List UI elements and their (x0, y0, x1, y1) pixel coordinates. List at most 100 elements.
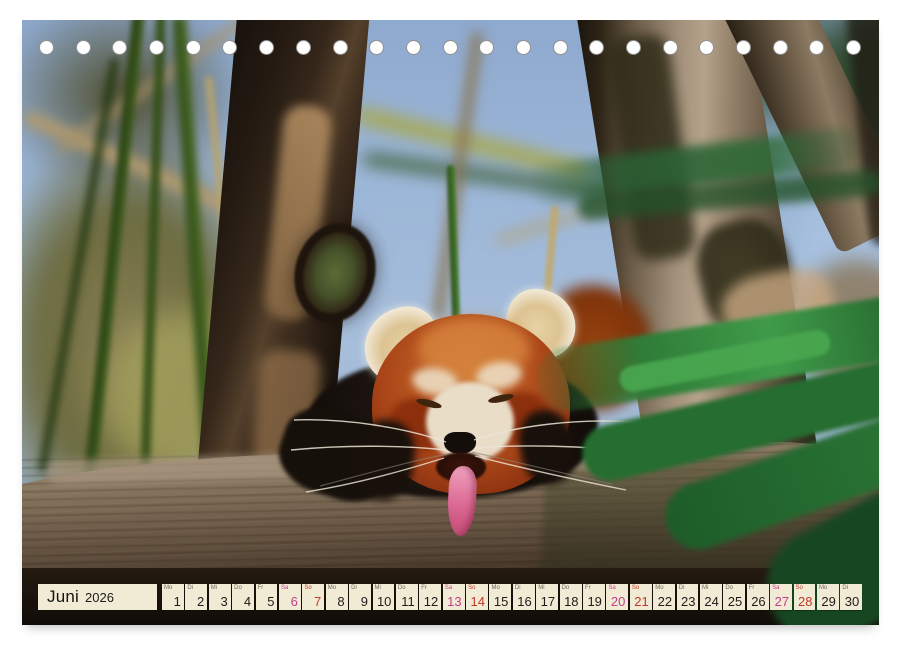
weekday-label: Mo (164, 585, 172, 591)
weekday-label: Di (515, 585, 521, 591)
weekday-label: Do (562, 585, 570, 591)
calendar-day-cell: Mi 10 (373, 584, 395, 610)
punch-hole (406, 40, 421, 55)
weekday-label: So (796, 585, 803, 591)
weekday-label: Mi (702, 585, 708, 591)
weekday-label: Mi (538, 585, 544, 591)
weekday-label: So (468, 585, 475, 591)
punch-hole (809, 40, 824, 55)
weekday-label: Sa (445, 585, 452, 591)
calendar-day-cell: Mo 8 (326, 584, 348, 610)
day-number: 6 (291, 595, 298, 608)
punch-hole (149, 40, 164, 55)
punch-hole (369, 40, 384, 55)
weekday-label: Di (351, 585, 357, 591)
day-number: 18 (564, 595, 578, 608)
day-number: 12 (424, 595, 438, 608)
day-number: 10 (377, 595, 391, 608)
calendar-day-cell: Fr 12 (419, 584, 441, 610)
calendar-sheet: Juni 2026 Mo 1 Di 2 Mi 3 Do 4 Fr 5 Sa 6 … (22, 20, 879, 625)
weekday-label: Fr (585, 585, 591, 591)
day-number: 19 (587, 595, 601, 608)
day-number: 8 (337, 595, 344, 608)
weekday-label: Fr (421, 585, 427, 591)
day-number: 13 (447, 595, 461, 608)
punch-hole (663, 40, 678, 55)
punch-hole (699, 40, 714, 55)
day-number: 16 (517, 595, 531, 608)
weekday-label: Do (234, 585, 242, 591)
calendar-day-cell: Di 9 (349, 584, 371, 610)
punch-hole (333, 40, 348, 55)
weekday-label: Sa (281, 585, 288, 591)
day-number: 1 (174, 595, 181, 608)
punch-hole (39, 40, 54, 55)
weekday-label: Mi (375, 585, 381, 591)
punch-hole (112, 40, 127, 55)
day-number: 21 (634, 595, 648, 608)
day-number: 26 (751, 595, 765, 608)
day-cells-row: Mo 1 Di 2 Mi 3 Do 4 Fr 5 Sa 6 So 7 Mo 8 … (162, 584, 862, 610)
weekday-label: Mo (655, 585, 663, 591)
day-number: 22 (658, 595, 672, 608)
punch-hole (222, 40, 237, 55)
weekday-label: Di (679, 585, 685, 591)
day-number: 5 (267, 595, 274, 608)
calendar-day-cell: Fr 19 (583, 584, 605, 610)
punch-hole (589, 40, 604, 55)
punch-hole (186, 40, 201, 55)
punch-hole (443, 40, 458, 55)
day-number: 17 (541, 595, 555, 608)
calendar-day-cell: Mo 22 (653, 584, 675, 610)
day-number: 9 (361, 595, 368, 608)
day-number: 24 (704, 595, 718, 608)
calendar-day-cell: Mo 15 (489, 584, 511, 610)
punch-hole (626, 40, 641, 55)
weekday-label: Di (187, 585, 193, 591)
weekday-label: So (304, 585, 311, 591)
day-number: 23 (681, 595, 695, 608)
calendar-day-cell: Do 18 (560, 584, 582, 610)
punch-holes (39, 40, 861, 55)
calendar-day-cell: So 28 (794, 584, 816, 610)
day-number: 28 (798, 595, 812, 608)
weekday-label: Do (398, 585, 406, 591)
calendar-day-cell: Sa 27 (770, 584, 792, 610)
weekday-label: Mo (819, 585, 827, 591)
calendar-day-cell: Mi 24 (700, 584, 722, 610)
calendar-day-cell: Di 2 (185, 584, 207, 610)
day-number: 2 (197, 595, 204, 608)
weekday-label: Fr (258, 585, 264, 591)
day-number: 27 (775, 595, 789, 608)
calendar-day-cell: Fr 26 (747, 584, 769, 610)
punch-hole (296, 40, 311, 55)
calendar-strip: Juni 2026 Mo 1 Di 2 Mi 3 Do 4 Fr 5 Sa 6 … (22, 584, 879, 610)
calendar-product-page: { "calendar": { "month_label": "Juni", "… (0, 0, 902, 648)
weekday-label: So (632, 585, 639, 591)
calendar-day-cell: Di 16 (513, 584, 535, 610)
weekday-label: Mi (211, 585, 217, 591)
punch-hole (773, 40, 788, 55)
calendar-day-cell: Di 30 (840, 584, 862, 610)
day-number: 11 (401, 595, 415, 608)
punch-hole (736, 40, 751, 55)
calendar-day-cell: So 14 (466, 584, 488, 610)
weekday-label: Mo (328, 585, 336, 591)
calendar-day-cell: Mi 3 (209, 584, 231, 610)
punch-hole (516, 40, 531, 55)
month-label-box: Juni 2026 (38, 584, 157, 610)
calendar-day-cell: Mo 1 (162, 584, 184, 610)
calendar-day-cell: Do 25 (723, 584, 745, 610)
day-number: 7 (314, 595, 321, 608)
weekday-label: Sa (772, 585, 779, 591)
day-number: 30 (845, 595, 859, 608)
calendar-day-cell: Di 23 (677, 584, 699, 610)
day-number: 4 (244, 595, 251, 608)
year-label: 2026 (85, 585, 114, 610)
day-number: 3 (220, 595, 227, 608)
day-number: 15 (494, 595, 508, 608)
calendar-day-cell: Mi 17 (536, 584, 558, 610)
calendar-day-cell: Fr 5 (256, 584, 278, 610)
calendar-day-cell: Mo 29 (817, 584, 839, 610)
punch-hole (76, 40, 91, 55)
